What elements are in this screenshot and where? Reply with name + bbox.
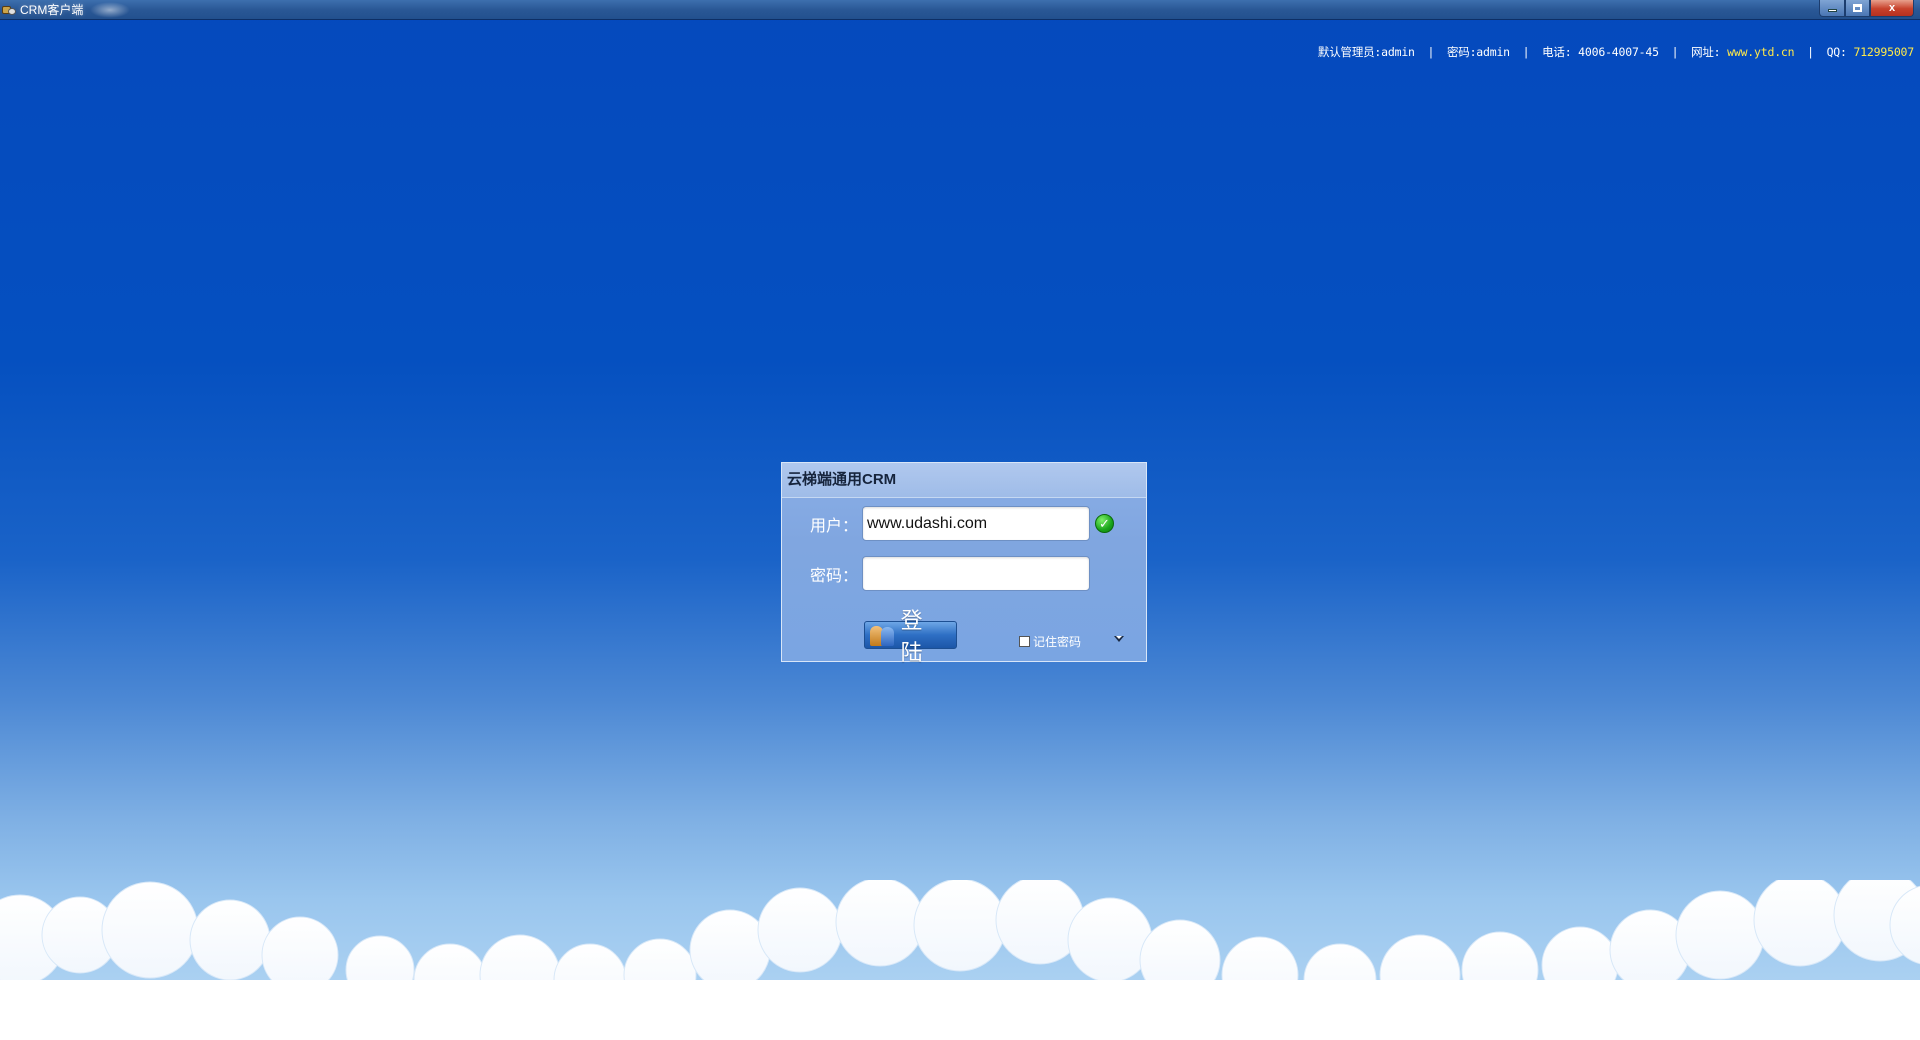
users-icon: [869, 623, 897, 647]
clouds-decoration: [0, 880, 1920, 1040]
user-label: 用户：: [809, 517, 858, 535]
qq-label: QQ:: [1826, 45, 1847, 59]
app-icon: [2, 4, 16, 16]
password-label: 密码：: [809, 567, 858, 585]
login-button-label: 登陆: [900, 608, 929, 665]
login-dialog: 云梯端通用CRM 用户： www.udashi.com ✓ 密码： 登陆 记住密…: [781, 462, 1147, 665]
website-label: 网址:: [1691, 45, 1721, 59]
minimize-button[interactable]: [1819, 0, 1845, 17]
contact-info-bar: 默认管理员:admin | 密码:admin | 电话: 4006-4007-4…: [1317, 45, 1914, 59]
username-input[interactable]: www.udashi.com: [862, 506, 1090, 541]
window-title-bar: CRM客户端 x: [0, 0, 1920, 20]
user-row: 用户： www.udashi.com ✓: [782, 506, 1114, 541]
remember-password[interactable]: 记住密码: [1019, 633, 1081, 650]
minimize-icon: [1827, 9, 1837, 12]
password-input[interactable]: [862, 556, 1090, 591]
chevron-down-icon[interactable]: [1114, 636, 1124, 642]
window-title: CRM客户端: [20, 2, 84, 17]
default-password-text: 密码:admin: [1446, 45, 1510, 59]
check-icon: ✓: [1095, 514, 1114, 533]
remember-checkbox[interactable]: [1019, 636, 1030, 647]
qq-number[interactable]: 712995007: [1853, 45, 1914, 59]
phone-text: 电话: 4006-4007-45: [1542, 45, 1659, 59]
password-row: 密码：: [782, 556, 1090, 591]
website-link[interactable]: www.ytd.cn: [1727, 45, 1794, 59]
login-title: 云梯端通用CRM: [782, 463, 1146, 498]
close-button[interactable]: x: [1870, 0, 1914, 17]
maximize-button[interactable]: [1845, 0, 1870, 17]
default-admin-text: 默认管理员:admin: [1317, 45, 1415, 59]
window-controls: x: [1819, 0, 1914, 17]
remember-label: 记住密码: [1033, 635, 1082, 649]
login-button[interactable]: 登陆: [864, 608, 957, 665]
maximize-icon: [1853, 4, 1862, 12]
close-icon: x: [1888, 2, 1896, 14]
